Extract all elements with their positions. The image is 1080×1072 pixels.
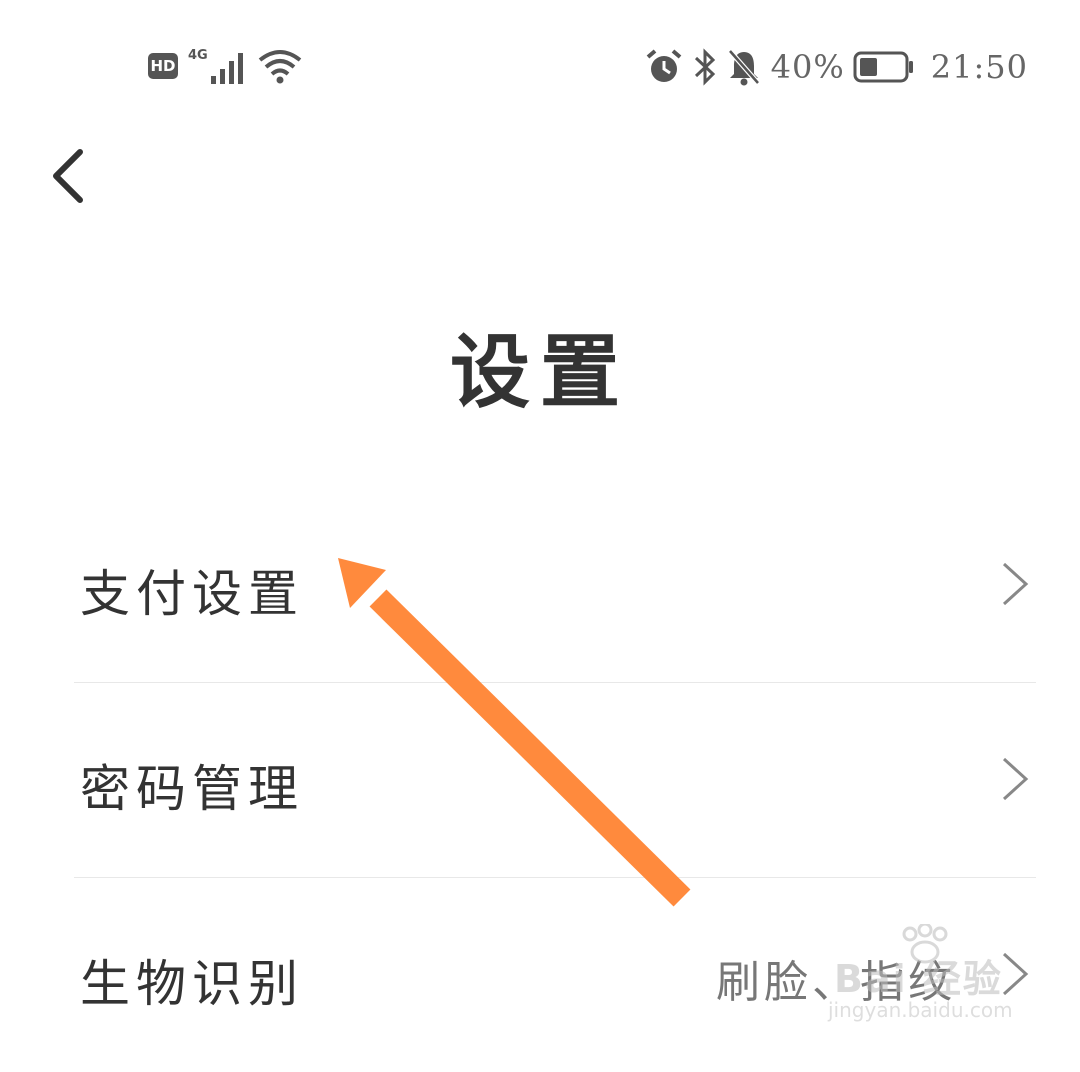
page-title: 设置 — [450, 326, 630, 419]
chevron-right-icon — [1002, 757, 1029, 801]
network-type-label: 4G — [188, 48, 208, 63]
settings-item-label: 支付设置 — [80, 565, 304, 623]
chevron-right-icon — [1002, 562, 1029, 606]
bell-muted-icon — [727, 49, 760, 86]
wifi-icon — [258, 50, 301, 84]
settings-item-label: 生物识别 — [80, 955, 304, 1013]
status-right: 40% 21:50 — [645, 44, 1028, 90]
settings-item-payment[interactable]: 支付设置 — [74, 488, 1036, 683]
watermark-url: jingyan.baidu.com — [828, 998, 1013, 1022]
battery-icon — [853, 51, 913, 83]
bluetooth-icon — [694, 48, 715, 86]
settings-item-label: 密码管理 — [80, 760, 304, 818]
settings-item-password[interactable]: 密码管理 — [74, 683, 1036, 878]
chevron-left-icon — [53, 149, 83, 203]
signal-icon — [210, 53, 243, 84]
signal-group: 4G — [188, 48, 244, 84]
watermark-brand: Bai 经验 — [834, 957, 1003, 1001]
status-bar: HD 4G 40% 21:50 — [0, 0, 1080, 135]
battery-percent: 40% — [770, 48, 845, 86]
clock: 21:50 — [930, 48, 1028, 86]
hd-badge: HD — [148, 53, 178, 79]
back-button[interactable] — [40, 140, 100, 210]
status-left: HD 4G — [148, 44, 312, 88]
watermark: Bai 经验 jingyan.baidu.com — [820, 924, 1030, 1028]
alarm-icon — [646, 49, 681, 82]
